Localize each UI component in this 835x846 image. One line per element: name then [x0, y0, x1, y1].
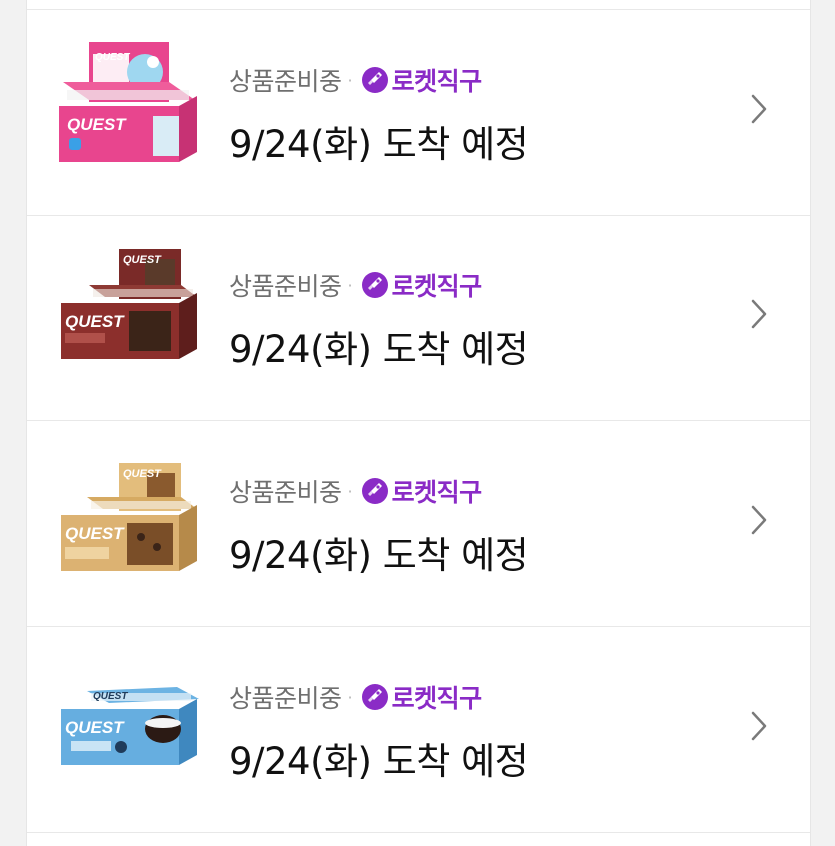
order-item[interactable]: QUEST QUEST 상품준비중 · 로켓직구 9/24(화) 도착 예정: [27, 421, 810, 627]
svg-text:QUEST: QUEST: [67, 115, 127, 134]
chevron-right-icon[interactable]: [749, 503, 769, 537]
rocket-icon: [361, 684, 388, 710]
chevron-right-icon[interactable]: [749, 709, 769, 743]
order-item[interactable]: QUEST QUEST 상품준비중 · 로켓직구 9/24(화) 도착 예정: [27, 627, 810, 833]
separator-dot: ·: [347, 70, 353, 90]
status-line: 상품준비중 · 로켓직구: [229, 679, 482, 715]
status-line: 상품준비중 · 로켓직구: [229, 473, 482, 509]
pink-box-image: QUEST QUEST: [59, 42, 197, 162]
arrival-date: 9/24(화) 도착 예정: [229, 123, 529, 166]
status-text: 상품준비중: [229, 272, 342, 301]
rocket-icon: [361, 67, 388, 93]
chevron-right-icon[interactable]: [749, 297, 769, 331]
status-line: 상품준비중 · 로켓직구: [229, 62, 482, 98]
rocket-direct-label: 로켓직구: [391, 478, 483, 507]
chevron-right-icon[interactable]: [749, 92, 769, 126]
arrival-date: 9/24(화) 도착 예정: [229, 328, 529, 371]
rocket-icon: [361, 272, 388, 298]
order-item[interactable]: QUEST QUEST 상품준비중 · 로켓직구 9/24(화) 도착 예정: [27, 215, 810, 421]
rocket-direct-label: 로켓직구: [391, 67, 483, 96]
tan-box-image: QUEST QUEST: [61, 463, 197, 571]
arrival-date: 9/24(화) 도착 예정: [229, 534, 529, 577]
svg-text:QUEST: QUEST: [65, 718, 125, 737]
rocket-direct-label: 로켓직구: [391, 684, 483, 713]
svg-text:QUEST: QUEST: [123, 468, 162, 480]
order-item[interactable]: QUEST QUEST 상품준비중 · 로켓직구 9/24(화) 도착 예정: [27, 9, 810, 216]
status-text: 상품준비중: [229, 684, 342, 713]
rocket-icon: [361, 478, 388, 504]
svg-text:QUEST: QUEST: [93, 691, 128, 702]
status-line: 상품준비중 · 로켓직구: [229, 267, 482, 303]
status-text: 상품준비중: [229, 478, 342, 507]
svg-text:QUEST: QUEST: [95, 52, 130, 63]
order-list-card: QUEST QUEST 상품준비중 · 로켓직구 9/24(화) 도착 예정 Q…: [26, 0, 811, 846]
separator-dot: ·: [347, 481, 353, 501]
status-text: 상품준비중: [229, 67, 342, 96]
separator-dot: ·: [347, 687, 353, 707]
separator-dot: ·: [347, 275, 353, 295]
rocket-direct-label: 로켓직구: [391, 272, 483, 301]
brown-box-image: QUEST QUEST: [61, 249, 197, 359]
svg-text:QUEST: QUEST: [123, 254, 162, 266]
svg-text:QUEST: QUEST: [65, 312, 125, 331]
svg-text:QUEST: QUEST: [65, 524, 125, 543]
blue-box-image: QUEST QUEST: [61, 687, 199, 765]
arrival-date: 9/24(화) 도착 예정: [229, 740, 529, 783]
